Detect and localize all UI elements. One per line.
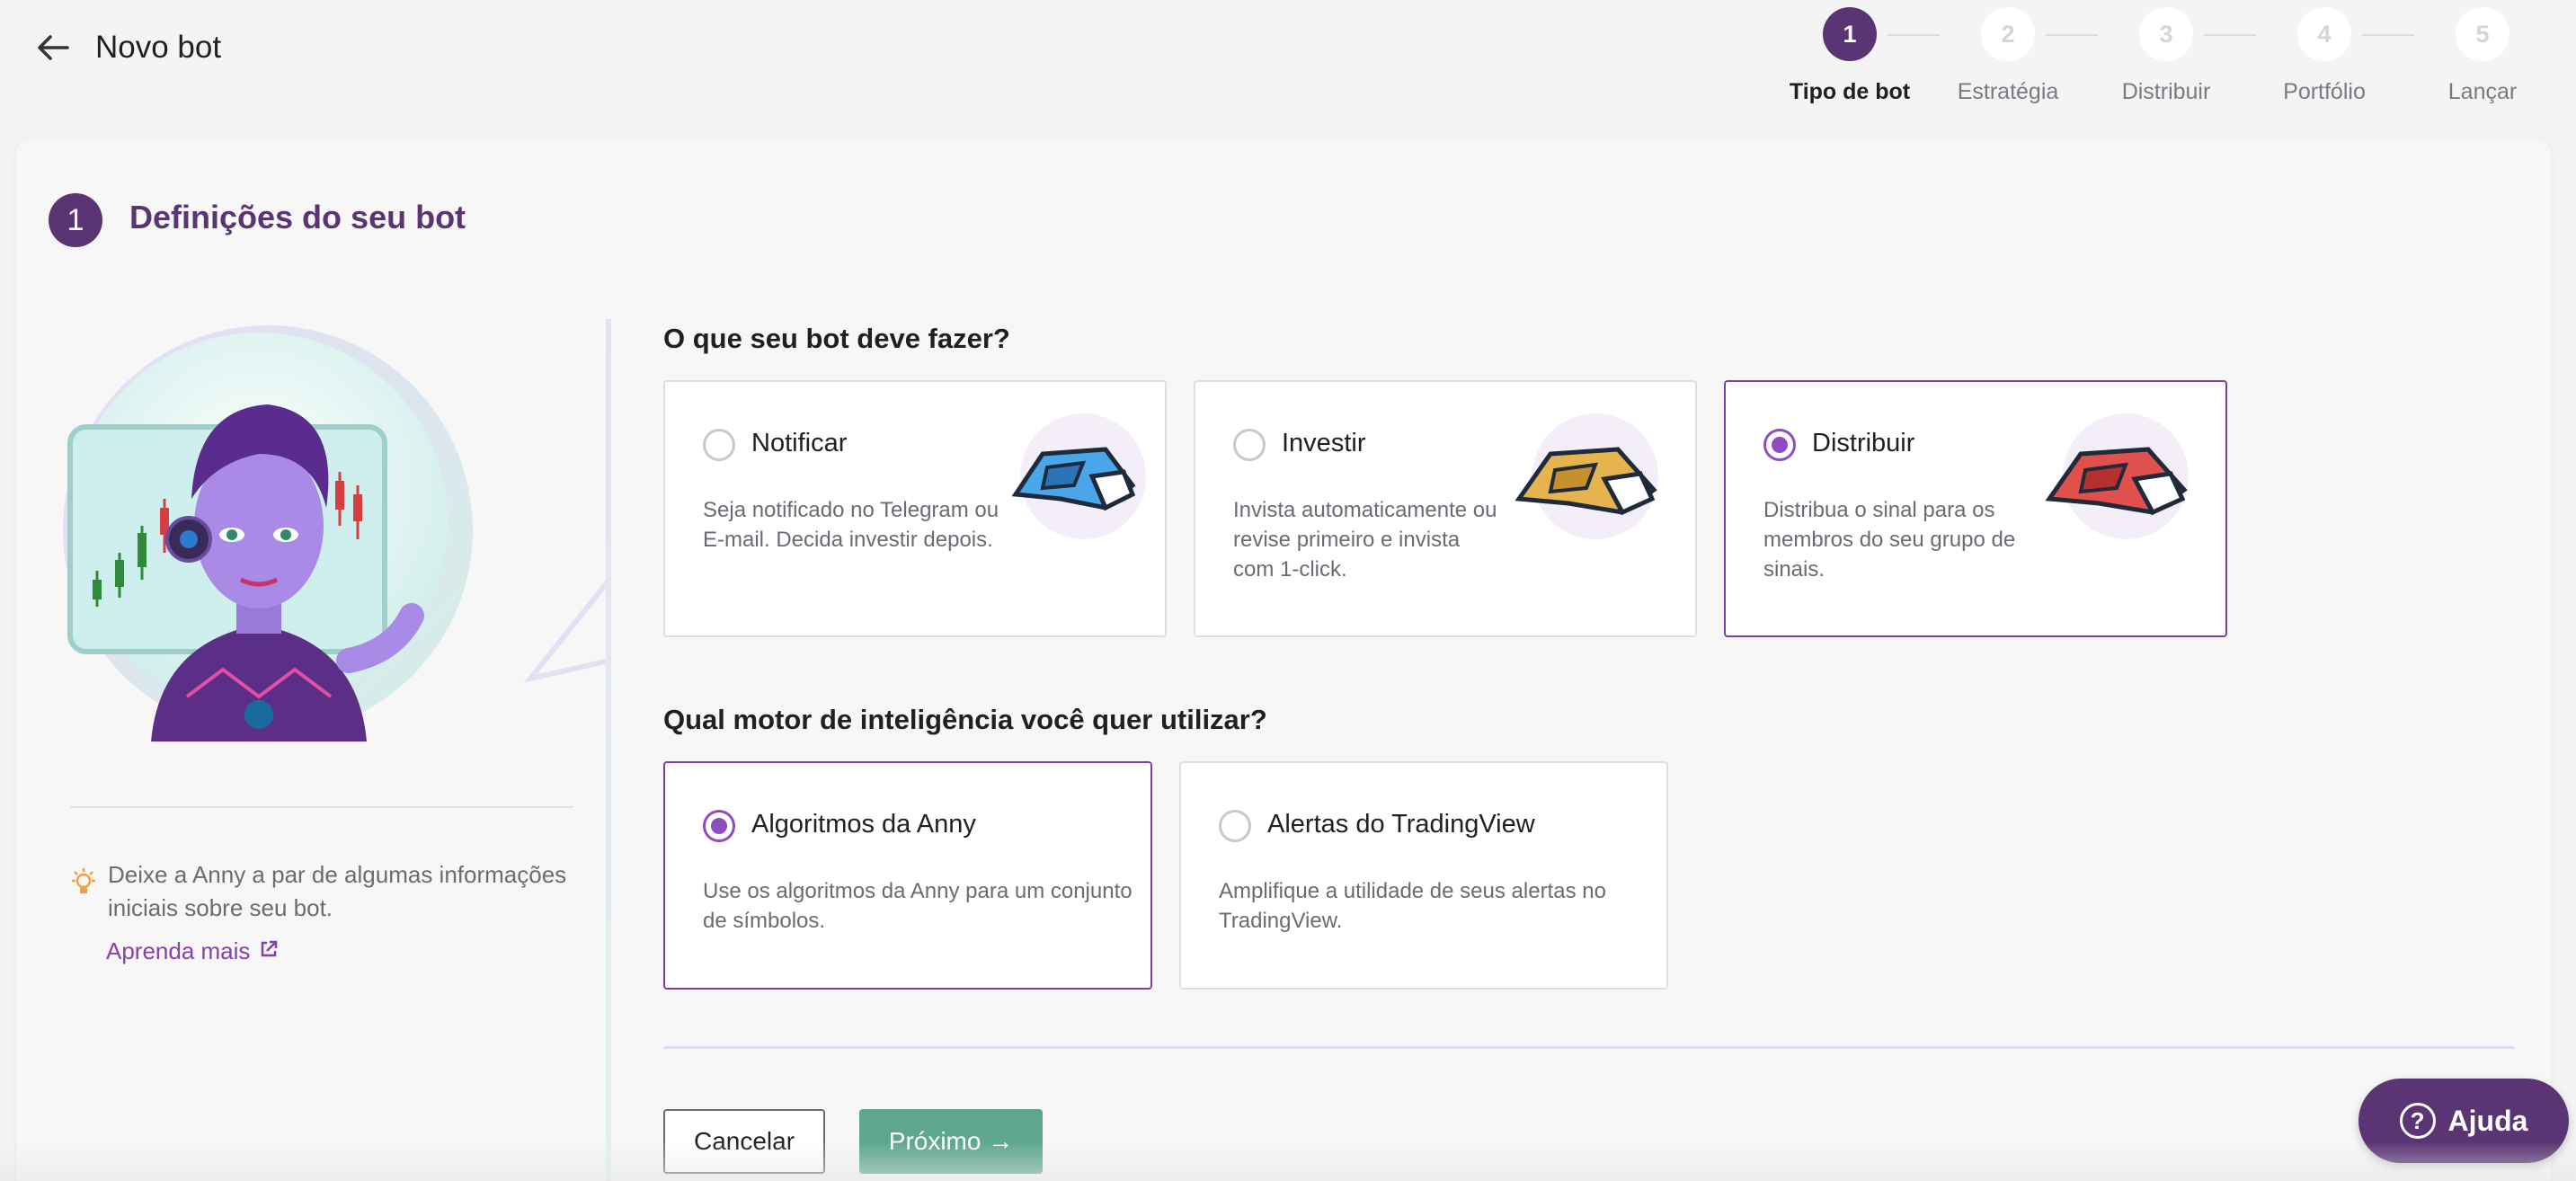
step-number: 3 [2139, 7, 2193, 61]
bot-settings-card: 1 Definições do seu bot Deixe a Anny a p… [16, 139, 2551, 1181]
step-label: Distribuir [2121, 79, 2211, 104]
back-arrow-icon[interactable] [32, 27, 74, 68]
anny-avatar-illustration [52, 319, 484, 741]
section-title: Definições do seu bot [129, 199, 466, 235]
top-header: Novo bot 1 Tipo de bot 2 Estratégia 3 Di… [0, 0, 2576, 135]
help-label: Ajuda [2447, 1104, 2528, 1137]
option-title: Distribuir [1812, 429, 1915, 457]
question-intelligence-engine: Qual motor de inteligência você quer uti… [663, 704, 1267, 735]
option-title: Algoritmos da Anny [751, 810, 976, 839]
option-investir[interactable]: Investir Invista automaticamente ou revi… [1194, 380, 1697, 637]
step-portfolio[interactable]: 4 Portfólio [2239, 7, 2410, 105]
radio-notificar[interactable] [703, 429, 735, 461]
gold-bot-icon [1515, 413, 1658, 539]
option-description: Seja notificado no Telegram ou E-mail. D… [703, 498, 999, 552]
option-alertas-tradingview[interactable]: Alertas do TradingView Amplifique a util… [1179, 761, 1668, 990]
option-distribuir[interactable]: Distribuir Distribua o sinal para os mem… [1724, 380, 2227, 637]
footer-divider [663, 1046, 2515, 1049]
page-title: Novo bot [95, 30, 222, 65]
red-bot-icon [2045, 413, 2189, 539]
step-number: 4 [2297, 7, 2351, 61]
step-tipo-de-bot[interactable]: 1 Tipo de bot [1764, 7, 1935, 105]
step-number: 2 [1981, 7, 2035, 61]
option-title: Investir [1282, 429, 1366, 457]
radio-alertas-tradingview[interactable] [1219, 810, 1251, 842]
panel-divider [606, 319, 611, 1181]
tip-text: Deixe a Anny a par de algumas informaçõe… [108, 861, 567, 921]
step-label: Lançar [2447, 79, 2518, 104]
learn-more-link[interactable]: Aprenda mais [106, 937, 279, 965]
option-description: Amplifique a utilidade de seus alertas n… [1219, 879, 1606, 933]
blue-bot-icon [1011, 413, 1146, 539]
question-mark-icon: ? [2399, 1103, 2436, 1139]
lightbulb-icon [70, 867, 97, 902]
help-button[interactable]: ? Ajuda [2358, 1079, 2569, 1163]
option-title: Notificar [751, 429, 848, 457]
option-notificar[interactable]: Notificar Seja notificado no Telegram ou… [663, 380, 1167, 637]
radio-investir[interactable] [1233, 429, 1266, 461]
radio-distribuir[interactable] [1763, 429, 1796, 461]
step-distribuir[interactable]: 3 Distribuir [2081, 7, 2252, 105]
step-number: 1 [1823, 7, 1877, 61]
step-label: Tipo de bot [1789, 79, 1911, 104]
option-title: Alertas do TradingView [1267, 810, 1535, 839]
progress-stepper: 1 Tipo de bot 2 Estratégia 3 Distribuir … [1771, 7, 2544, 106]
learn-more-label: Aprenda mais [106, 937, 251, 964]
option-description: Distribua o sinal para os membros do seu… [1763, 498, 2016, 582]
cancel-button[interactable]: Cancelar [663, 1109, 825, 1174]
step-estrategia[interactable]: 2 Estratégia [1923, 7, 2093, 105]
section-number-badge: 1 [49, 193, 102, 247]
next-button[interactable]: Próximo → [859, 1109, 1043, 1174]
radio-algoritmos-anny[interactable] [703, 810, 735, 842]
external-link-icon [259, 937, 279, 965]
question-bot-action: O que seu bot deve fazer? [663, 323, 1010, 354]
step-label: Portfólio [2283, 79, 2366, 104]
option-description: Invista automaticamente ou revise primei… [1233, 498, 1497, 582]
step-label: Estratégia [1957, 79, 2059, 104]
speech-pointer [523, 578, 612, 683]
option-algoritmos-anny[interactable]: Algoritmos da Anny Use os algoritmos da … [663, 761, 1152, 990]
left-divider [70, 806, 573, 808]
option-description: Use os algoritmos da Anny para um conjun… [703, 879, 1133, 933]
step-lancar[interactable]: 5 Lançar [2397, 7, 2568, 105]
step-number: 5 [2456, 7, 2509, 61]
